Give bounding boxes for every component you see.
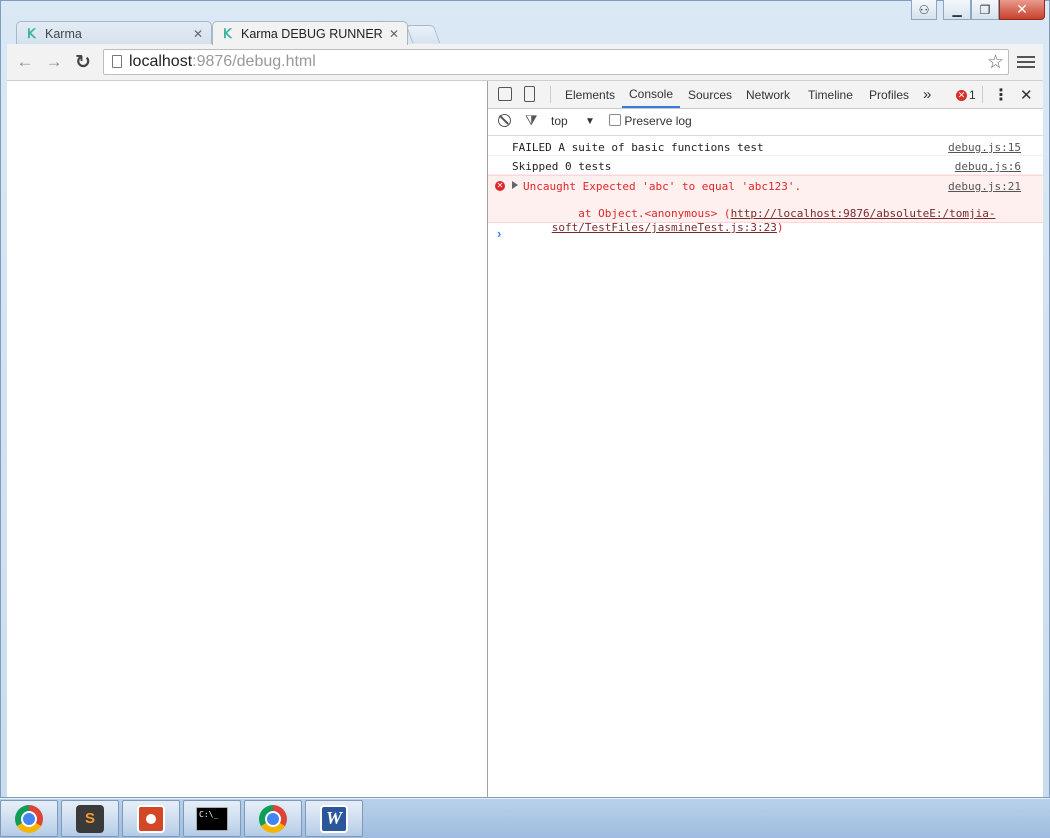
tab-title: Karma xyxy=(45,26,82,41)
page-content xyxy=(7,81,487,797)
karma-icon: 𝖪 xyxy=(27,25,36,41)
preserve-log-checkbox[interactable]: Preserve log xyxy=(609,114,692,128)
context-selector[interactable]: top xyxy=(551,114,568,128)
tab-network[interactable]: Network xyxy=(746,81,790,108)
tab-console[interactable]: Console xyxy=(622,81,680,108)
maximize-icon: ❐ xyxy=(979,2,991,17)
console-prompt[interactable]: › xyxy=(497,226,501,241)
hamburger-icon xyxy=(1017,56,1035,58)
bookmark-star-icon[interactable]: ☆ xyxy=(987,51,1004,74)
devtools-tab-bar: Elements Console Sources Network Timelin… xyxy=(488,81,1043,109)
forward-arrow-icon: → xyxy=(45,52,63,71)
stack-link[interactable]: soft/TestFiles/jasmineTest.js:3:23 xyxy=(552,221,777,234)
tab-profiles[interactable]: Profiles xyxy=(869,81,909,108)
taskbar-cmd[interactable]: C:\_ xyxy=(183,800,241,837)
taskbar: S C:\_ W xyxy=(0,798,1050,838)
page-icon xyxy=(112,55,122,68)
console-message: FAILED A suite of basic functions test d… xyxy=(488,137,1043,156)
karma-icon: 𝖪 xyxy=(223,25,232,41)
chrome-icon xyxy=(15,804,43,833)
taskbar-powerpoint[interactable] xyxy=(122,800,180,837)
window-maximize-button[interactable]: ❐ xyxy=(971,0,999,20)
cmd-icon: C:\_ xyxy=(196,806,228,831)
back-arrow-icon: ← xyxy=(16,52,34,71)
taskbar-sublime[interactable]: S xyxy=(61,800,119,837)
reload-button[interactable]: ↻ xyxy=(73,51,93,73)
clear-console-icon[interactable] xyxy=(498,114,511,127)
tab-karma-debug-runner[interactable]: 𝖪 Karma DEBUG RUNNER ✕ xyxy=(212,21,408,45)
url-path: :9876/debug.html xyxy=(192,53,316,70)
stack-trace-line: soft/TestFiles/jasmineTest.js:3:23) xyxy=(512,208,784,247)
sublime-text-icon: S xyxy=(76,804,104,833)
tab-close-icon[interactable]: ✕ xyxy=(387,27,401,41)
taskbar-chrome[interactable] xyxy=(244,800,302,837)
chrome-icon xyxy=(259,804,287,833)
message-text: FAILED A suite of basic functions test xyxy=(512,141,764,154)
source-link[interactable]: debug.js:21 xyxy=(948,180,1021,193)
tab-elements[interactable]: Elements xyxy=(565,81,615,108)
forward-button[interactable]: → xyxy=(44,52,64,72)
divider xyxy=(550,86,551,103)
console-error-message: ✕ Uncaught Expected 'abc' to equal 'abc1… xyxy=(488,175,1043,234)
device-toolbar-icon[interactable] xyxy=(524,86,535,102)
taskbar-chrome[interactable] xyxy=(0,800,58,837)
stack-suffix: ) xyxy=(776,221,784,234)
window-close-button[interactable]: ✕ xyxy=(999,0,1045,20)
tab-karma[interactable]: 𝖪 Karma ✕ xyxy=(16,21,212,45)
error-icon: ✕ xyxy=(495,181,505,191)
tab-sources[interactable]: Sources xyxy=(688,81,732,108)
more-tabs-icon[interactable]: » xyxy=(923,81,931,108)
expand-arrow-icon[interactable] xyxy=(512,181,518,189)
tab-close-icon[interactable]: ✕ xyxy=(191,27,205,41)
console-toolbar: ⧩ top ▼ Preserve log xyxy=(488,109,1043,136)
hamburger-line xyxy=(1017,66,1035,68)
close-icon: ✕ xyxy=(1016,1,1028,17)
word-icon: W xyxy=(320,804,348,833)
url-host: localhost xyxy=(129,53,193,70)
preserve-log-label: Preserve log xyxy=(624,114,692,128)
hamburger-line xyxy=(1017,61,1035,63)
message-text: Skipped 0 tests xyxy=(512,160,612,173)
window-user-button[interactable]: ⚇ xyxy=(911,0,937,20)
console-message: Skipped 0 tests debug.js:6 xyxy=(488,156,1043,175)
devtools-close-icon[interactable]: ✕ xyxy=(1020,81,1033,108)
address-bar[interactable]: localhost:9876/debug.html ☆ xyxy=(103,49,1009,75)
dropdown-arrow-icon[interactable]: ▼ xyxy=(585,116,595,127)
back-button[interactable]: ← xyxy=(15,52,35,72)
source-link[interactable]: debug.js:15 xyxy=(948,141,1021,154)
checkbox-box[interactable] xyxy=(609,114,621,126)
minimize-icon: ▁ xyxy=(952,2,962,17)
divider xyxy=(982,86,983,103)
source-link[interactable]: debug.js:6 xyxy=(955,160,1021,173)
error-icon: ✕ xyxy=(956,89,967,101)
tab-timeline[interactable]: Timeline xyxy=(808,81,853,108)
url-text[interactable]: localhost:9876/debug.html xyxy=(129,53,316,71)
error-count: 1 xyxy=(969,88,976,102)
inspect-element-icon[interactable] xyxy=(498,87,512,101)
error-text: Uncaught Expected 'abc' to equal 'abc123… xyxy=(523,180,802,193)
browser-toolbar: ← → ↻ localhost:9876/debug.html ☆ xyxy=(7,44,1043,81)
chrome-menu-button[interactable] xyxy=(1017,52,1035,72)
powerpoint-icon xyxy=(137,804,165,833)
taskbar-word[interactable]: W xyxy=(305,800,363,837)
user-icon: ⚇ xyxy=(918,2,930,17)
reload-icon: ↻ xyxy=(75,51,91,73)
devtools-panel: Elements Console Sources Network Timelin… xyxy=(487,81,1043,797)
devtools-menu-icon[interactable]: ⋮ xyxy=(993,81,1009,108)
filter-icon[interactable]: ⧩ xyxy=(525,112,538,129)
tab-title: Karma DEBUG RUNNER xyxy=(241,26,383,41)
window-minimize-button[interactable]: ▁ xyxy=(943,0,971,20)
error-count-badge[interactable]: ✕ 1 xyxy=(956,88,976,102)
